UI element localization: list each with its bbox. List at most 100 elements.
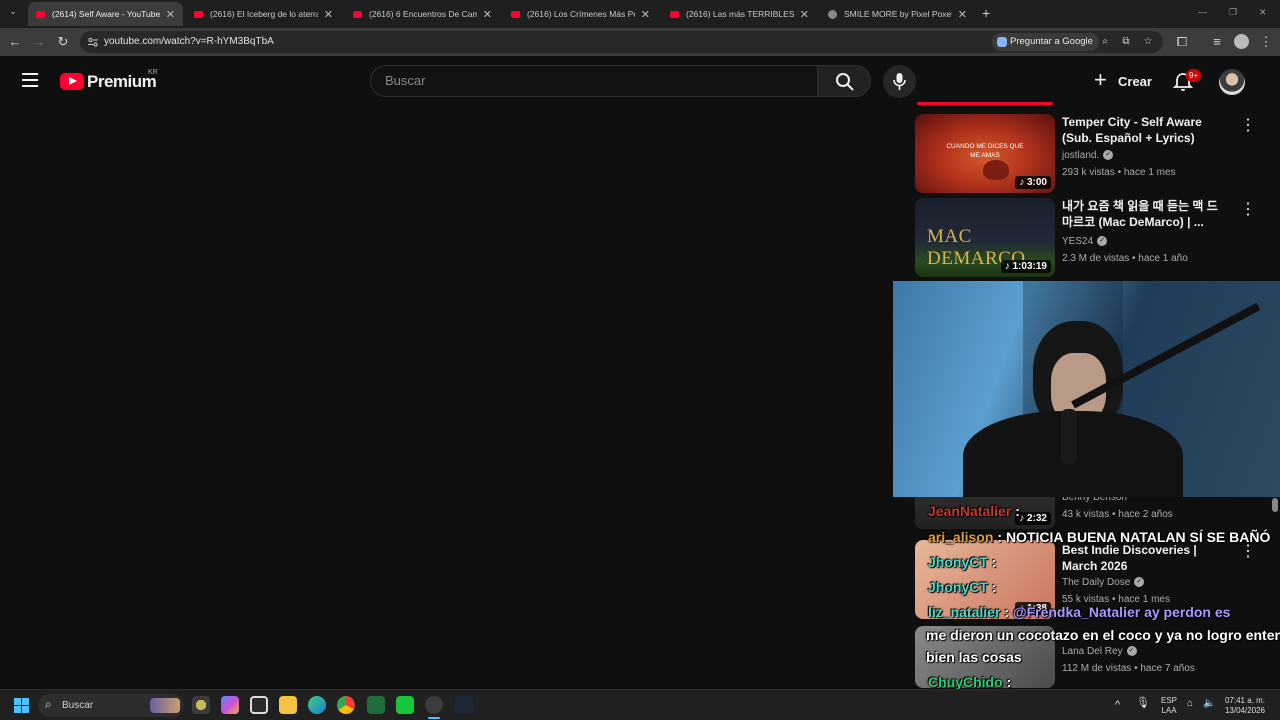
microphone-tray-icon[interactable]: 🎙: [1136, 698, 1150, 709]
microsoft-store-icon[interactable]: [250, 696, 268, 714]
recommendation-item[interactable]: MAC DEMARCO ♪ 1:03:19 내가 요즘 책 읽을 때 듣는 맥 …: [915, 198, 1256, 278]
account-avatar[interactable]: [1219, 69, 1245, 95]
clock[interactable]: 07:41 a. m. 13/04/2026: [1222, 696, 1268, 716]
voice-search-button[interactable]: [883, 65, 916, 98]
chat-username: ChuyChido: [928, 674, 1003, 690]
reload-icon[interactable]: ↻: [55, 34, 71, 50]
minimize-button[interactable]: —: [1198, 7, 1207, 17]
webcam-overlay: [893, 281, 1280, 497]
install-app-icon[interactable]: ⧉: [1120, 36, 1132, 48]
close-window-button[interactable]: ✕: [1259, 7, 1267, 18]
search-input[interactable]: [385, 73, 785, 88]
copilot-icon[interactable]: [221, 696, 239, 714]
taskbar-search-label: Buscar: [62, 700, 94, 711]
windows-start-icon[interactable]: [14, 698, 29, 713]
language-bottom: LAA: [1161, 706, 1177, 715]
file-explorer-icon[interactable]: [279, 696, 297, 714]
scrollbar-thumb[interactable]: [1272, 498, 1278, 512]
tray-overflow-chevron[interactable]: ^: [1115, 700, 1120, 711]
video-title[interactable]: Best Indie Discoveries | March 2026: [1062, 542, 1232, 574]
video-thumbnail[interactable]: MAC DEMARCO ♪ 1:03:19: [915, 198, 1055, 277]
channel-name[interactable]: YES24 ✓: [1062, 236, 1108, 247]
site-info-icon[interactable]: [87, 36, 99, 48]
close-tab-icon[interactable]: ✕: [483, 8, 492, 21]
restore-button[interactable]: ❐: [1229, 7, 1237, 18]
language-indicator[interactable]: ESP LAA: [1158, 696, 1180, 716]
channel-label: Lana Del Rey: [1062, 646, 1123, 657]
chrome-icon[interactable]: [337, 696, 355, 714]
more-actions-icon[interactable]: ⋮: [1240, 202, 1256, 218]
video-thumbnail[interactable]: CUANDO ME DICES QUE ME AMAS ♪ 3:00: [915, 114, 1055, 193]
tab-self-aware[interactable]: (2614) Self Aware - YouTube ✕: [28, 2, 183, 26]
create-button[interactable]: + Crear: [1088, 65, 1160, 97]
tab-encuentros[interactable]: (2616) 6 Encuentros De Camp ✕: [345, 2, 500, 26]
bookmark-star-icon[interactable]: ☆: [1142, 36, 1154, 48]
back-arrow-icon[interactable]: ←: [7, 34, 23, 50]
green-app-icon[interactable]: [396, 696, 414, 714]
search-button[interactable]: [817, 65, 871, 97]
thumbnail-figure: [983, 160, 1009, 180]
close-tab-icon[interactable]: ✕: [641, 8, 650, 21]
tab-title: (2616) 6 Encuentros De Camp: [369, 9, 477, 19]
tab-terribles[interactable]: (2616) Las más TERRIBLES DES ✕: [662, 2, 817, 26]
verified-check-icon: ✓: [1126, 646, 1137, 657]
search-box[interactable]: [370, 65, 818, 97]
address-bar[interactable]: youtube.com/watch?v=R-hYM3BqTbA Pregunta…: [80, 31, 1163, 53]
search-highlight-icon: [150, 698, 180, 713]
tab-title: (2616) El Iceberg de lo aterrado: [210, 9, 318, 19]
more-actions-icon[interactable]: ⋮: [1240, 118, 1256, 134]
forward-arrow-icon[interactable]: →: [31, 34, 47, 50]
windows-taskbar: ⌕ Buscar ^ 🎙 ESP LAA ⌂ 🔈 07:41 a. m. 13/…: [0, 689, 1280, 720]
youtube-icon: [194, 10, 203, 18]
close-tab-icon[interactable]: ✕: [800, 8, 809, 21]
tab-search-dropdown[interactable]: ⌄: [4, 6, 22, 22]
video-title[interactable]: 내가 요즘 책 읽을 때 듣는 맥 드 마르코 (Mac DeMarco) | …: [1062, 198, 1232, 230]
url-text[interactable]: youtube.com/watch?v=R-hYM3BqTbA: [104, 36, 274, 47]
watched-progress-bar: [917, 102, 1053, 105]
close-tab-icon[interactable]: ✕: [958, 8, 967, 21]
zoom-icon[interactable]: ⌕: [1099, 36, 1111, 48]
channel-name[interactable]: jostland. ✓: [1062, 150, 1114, 161]
menu-kebab-icon[interactable]: ⋮: [1258, 34, 1274, 50]
hamburger-menu-icon[interactable]: [22, 73, 38, 87]
youtube-icon: [670, 10, 679, 18]
profile-avatar-icon[interactable]: [1234, 34, 1249, 49]
tab-smile-more[interactable]: SMILE MORE by Pixel Poxet, ke ✕: [820, 2, 975, 26]
tab-title: SMILE MORE by Pixel Poxet, ke: [844, 9, 952, 19]
channel-name[interactable]: Lana Del Rey ✓: [1062, 646, 1137, 657]
tab-crimenes[interactable]: (2616) Los Crímenes Más Pertur ✕: [503, 2, 658, 26]
close-tab-icon[interactable]: ✕: [166, 8, 175, 21]
channel-name[interactable]: The Daily Dose ✓: [1062, 577, 1145, 588]
chat-message: liz_natalier: @Frendka_Natalier ay perdo…: [928, 604, 1231, 620]
obs-icon[interactable]: [425, 696, 443, 714]
youtube-logo-icon[interactable]: [60, 73, 84, 90]
new-tab-button[interactable]: +: [982, 5, 990, 21]
chat-text: @Frendka_Natalier ay perdon es: [1012, 604, 1231, 620]
browser-tab-strip: ⌄ (2614) Self Aware - YouTube ✕ (2616) E…: [0, 0, 1280, 28]
volume-icon[interactable]: 🔈: [1203, 699, 1215, 709]
extensions-icon[interactable]: ⧠: [1174, 34, 1190, 50]
recommendation-item[interactable]: CUANDO ME DICES QUE ME AMAS ♪ 3:00 Tempe…: [915, 114, 1256, 194]
ask-google-label: Preguntar a Google: [1010, 36, 1093, 47]
close-tab-icon[interactable]: ✕: [324, 8, 333, 21]
taskbar-search[interactable]: ⌕ Buscar: [38, 694, 184, 717]
page-scrollbar[interactable]: [1272, 58, 1280, 688]
copilot-widget-icon[interactable]: [192, 696, 210, 714]
video-metadata: 2.3 M de vistas • hace 1 año: [1062, 253, 1188, 264]
reading-list-icon[interactable]: ≡: [1209, 34, 1225, 50]
more-actions-icon[interactable]: ⋮: [1240, 544, 1256, 560]
verified-check-icon: ✓: [1134, 577, 1145, 588]
clock-time: 07:41 a. m.: [1224, 696, 1266, 705]
region-code: KR: [148, 69, 158, 76]
brand-label[interactable]: Premium: [87, 72, 157, 92]
edge-icon[interactable]: [308, 696, 326, 714]
chat-username: liz_natalier: [928, 604, 1001, 620]
steam-icon[interactable]: [455, 696, 473, 714]
language-top: ESP: [1160, 696, 1177, 705]
video-title[interactable]: Temper City - Self Aware (Sub. Español +…: [1062, 114, 1232, 146]
channel-label: YES24: [1062, 236, 1094, 247]
ask-google-button[interactable]: Preguntar a Google: [992, 33, 1099, 51]
tab-iceberg[interactable]: (2616) El Iceberg de lo aterrado ✕: [186, 2, 341, 26]
excel-icon[interactable]: [367, 696, 385, 714]
network-icon[interactable]: ⌂: [1187, 699, 1193, 709]
